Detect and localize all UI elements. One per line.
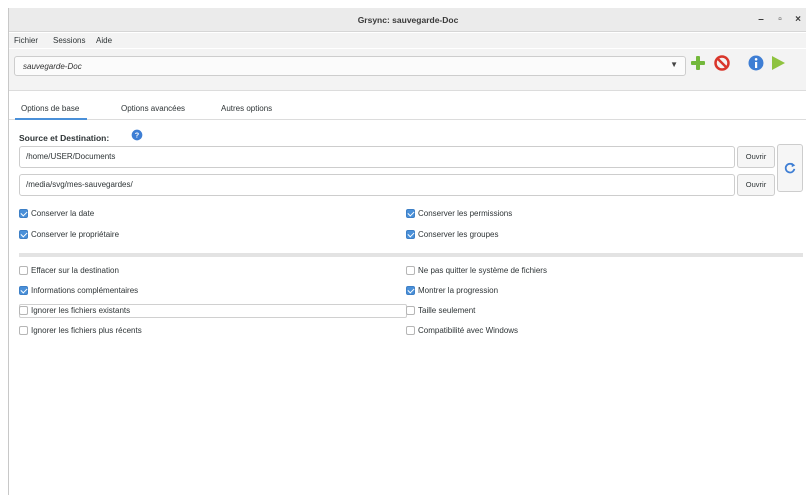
run-icon[interactable]: [769, 54, 787, 72]
title-bar: Grsync: sauvegarde-Doc – ▫ ×: [9, 8, 806, 32]
checkbox-box[interactable]: [19, 209, 28, 218]
destination-input[interactable]: [26, 180, 726, 189]
ignore-existing-checkbox[interactable]: Ignorer les fichiers existants: [19, 306, 130, 316]
session-toolbar: sauvegarde-Doc ▼: [9, 49, 806, 91]
source-field[interactable]: [19, 146, 735, 168]
checkbox-label: Compatibilité avec Windows: [418, 326, 519, 335]
preserve-owner-checkbox[interactable]: Conserver le propriétaire: [19, 230, 119, 240]
skip-newer-checkbox[interactable]: Ignorer les fichiers plus récents: [19, 326, 142, 336]
preserve-groups-checkbox[interactable]: Conserver les groupes: [406, 230, 498, 240]
checkbox-label: Montrer la progression: [418, 286, 499, 295]
checkbox-label: Conserver les permissions: [418, 209, 513, 218]
checkbox-box[interactable]: [19, 286, 28, 295]
checkbox-label: Informations complémentaires: [31, 286, 139, 295]
help-icon[interactable]: ?: [131, 129, 143, 141]
active-tab-indicator: [15, 118, 87, 120]
checkbox-label: Conserver le propriétaire: [31, 230, 120, 239]
add-session-icon[interactable]: [689, 54, 707, 72]
checkbox-box[interactable]: [19, 326, 28, 335]
session-value: sauvegarde-Doc: [23, 62, 82, 71]
minimize-button[interactable]: –: [754, 13, 768, 27]
maximize-button[interactable]: ▫: [773, 13, 787, 27]
open-destination-button[interactable]: Ouvrir: [737, 174, 775, 196]
checkbox-label: Ignorer les fichiers existants: [31, 306, 131, 315]
dropdown-arrow-icon: ▼: [670, 60, 678, 69]
one-filesystem-checkbox[interactable]: Ne pas quitter le système de fichiers: [406, 266, 547, 276]
preserve-date-checkbox[interactable]: Conserver la date: [19, 209, 94, 219]
session-selector[interactable]: sauvegarde-Doc ▼: [14, 56, 686, 76]
source-input[interactable]: [26, 152, 726, 161]
checkbox-label: Effacer sur la destination: [31, 266, 119, 275]
close-button[interactable]: ×: [791, 13, 805, 27]
grsync-window: Grsync: sauvegarde-Doc – ▫ × Fichier Ses…: [8, 8, 806, 495]
menu-bar: Fichier Sessions Aide: [9, 33, 806, 48]
tab-advanced-options[interactable]: Options avancées: [121, 104, 185, 113]
menu-sessions[interactable]: Sessions: [53, 36, 85, 45]
section-title: Source et Destination:: [19, 133, 110, 143]
checkbox-box[interactable]: [406, 326, 415, 335]
checkbox-box[interactable]: [19, 306, 28, 315]
show-progress-checkbox[interactable]: Montrer la progression: [406, 286, 498, 296]
checkbox-label: Conserver la date: [31, 209, 95, 218]
checkbox-label: Ignorer les fichiers plus récents: [31, 326, 142, 335]
checkbox-box[interactable]: [19, 266, 28, 275]
size-only-checkbox[interactable]: Taille seulement: [406, 306, 475, 316]
delete-destination-checkbox[interactable]: Effacer sur la destination: [19, 266, 119, 276]
checkbox-box[interactable]: [406, 209, 415, 218]
tab-basic-options[interactable]: Options de base: [21, 104, 79, 113]
checkbox-box[interactable]: [19, 230, 28, 239]
preserve-permissions-checkbox[interactable]: Conserver les permissions: [406, 209, 512, 219]
tab-other-options[interactable]: Autres options: [221, 104, 272, 113]
swap-arrows-icon: [784, 162, 796, 174]
window-title: Grsync: sauvegarde-Doc: [357, 15, 459, 25]
delete-session-icon[interactable]: [713, 54, 731, 72]
menu-help[interactable]: Aide: [96, 36, 112, 45]
menu-file[interactable]: Fichier: [14, 36, 38, 45]
checkbox-label: Taille seulement: [418, 306, 476, 315]
swap-button[interactable]: [777, 144, 803, 192]
checkbox-box[interactable]: [406, 230, 415, 239]
checkbox-box[interactable]: [406, 266, 415, 275]
checkbox-box[interactable]: [406, 306, 415, 315]
separator: [19, 253, 803, 257]
windows-compat-checkbox[interactable]: Compatibilité avec Windows: [406, 326, 518, 336]
info-icon[interactable]: [747, 54, 765, 72]
open-source-button[interactable]: Ouvrir: [737, 146, 775, 168]
destination-field[interactable]: [19, 174, 735, 196]
options-tabs: Options de base Options avancées Autres …: [9, 98, 806, 120]
checkbox-box[interactable]: [406, 286, 415, 295]
svg-text:?: ?: [135, 131, 140, 140]
checkbox-label: Conserver les groupes: [418, 230, 499, 239]
checkbox-label: Ne pas quitter le système de fichiers: [418, 266, 547, 275]
verbose-checkbox[interactable]: Informations complémentaires: [19, 286, 138, 296]
